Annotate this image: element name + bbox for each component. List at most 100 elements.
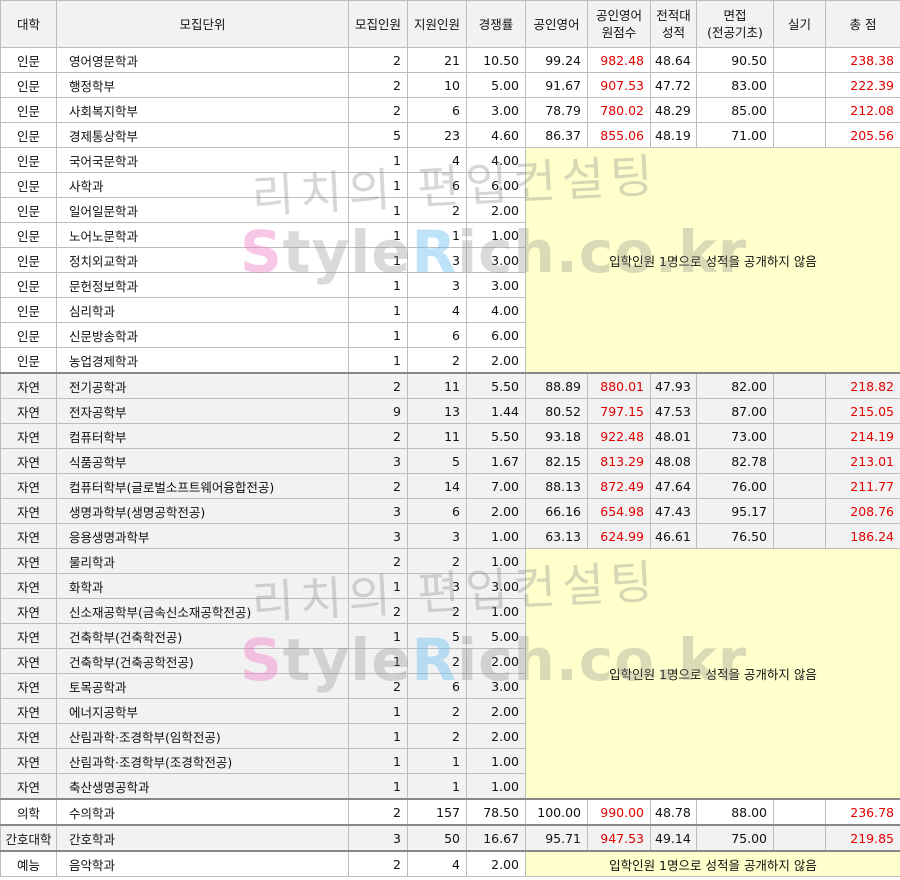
cell-unit: 컴퓨터학부(글로벌소프트웨어융합전공) [56,473,349,499]
table-row: 인문 행정학부 2 10 5.00 91.67 907.53 47.72 83.00 222.39 [0,72,900,98]
cell-applicants: 2 [407,648,467,674]
cell-gpa: 48.64 [650,47,697,73]
header-eng-raw: 공인영어 원점수 [587,0,651,48]
cell-interview: 76.00 [696,473,774,499]
undisclosed-note: 입학인원 1명으로 성적을 공개하지 않음 [525,548,900,800]
cell-total: 218.82 [825,372,900,399]
cell-unit: 신문방송학과 [56,322,349,348]
cell-practical [773,398,826,424]
cell-unit: 건축학부(건축학전공) [56,623,349,649]
cell-total: 212.08 [825,97,900,123]
cell-applicants: 4 [407,850,467,877]
cell-quota: 1 [348,147,408,173]
cell-quota: 1 [348,573,408,599]
cell-interview: 75.00 [696,824,774,852]
cell-eng: 91.67 [525,72,588,98]
cell-ratio: 5.50 [466,372,526,399]
cell-gpa: 48.29 [650,97,697,123]
cell-applicants: 14 [407,473,467,499]
cell-ratio: 3.00 [466,247,526,273]
table-row: 자연 컴퓨터학부(글로벌소프트웨어융합전공) 2 14 7.00 88.13 872.49 4… [0,473,900,499]
cell-applicants: 13 [407,398,467,424]
cell-practical [773,423,826,449]
cell-unit: 생명과학부(생명공학전공) [56,498,349,524]
cell-unit: 일어일문학과 [56,197,349,223]
cell-univ: 자연 [0,548,57,574]
cell-practical [773,498,826,524]
cell-quota: 2 [348,47,408,73]
cell-unit: 행정학부 [56,72,349,98]
cell-applicants: 2 [407,723,467,749]
cell-univ: 인문 [0,322,57,348]
cell-total: 205.56 [825,122,900,148]
header-quota: 모집인원 [348,0,408,48]
header-applicants: 지원인원 [407,0,467,48]
header-eng: 공인영어 [525,0,588,48]
cell-eng-raw: 797.15 [587,398,651,424]
cell-ratio: 3.00 [466,97,526,123]
cell-interview: 90.50 [696,47,774,73]
cell-applicants: 10 [407,72,467,98]
cell-quota: 3 [348,523,408,549]
cell-ratio: 2.00 [466,723,526,749]
cell-interview: 83.00 [696,72,774,98]
cell-applicants: 2 [407,197,467,223]
cell-eng-raw: 855.06 [587,122,651,148]
cell-quota: 1 [348,347,408,374]
table-row: 자연 응용생명과학부 3 3 1.00 63.13 624.99 46.61 76.50 186.… [0,523,900,549]
cell-gpa: 46.61 [650,523,697,549]
cell-eng: 93.18 [525,423,588,449]
cell-total: 219.85 [825,824,900,852]
cell-practical [773,824,826,852]
cell-eng-raw: 780.02 [587,97,651,123]
cell-quota: 9 [348,398,408,424]
cell-gpa: 48.19 [650,122,697,148]
table-row: 인문 사회복지학부 2 6 3.00 78.79 780.02 48.29 85.00 212.0… [0,97,900,123]
table-row: 자연 생명과학부(생명공학전공) 3 6 2.00 66.16 654.98 47.43 95.… [0,498,900,524]
table-row: 자연 식품공학부 3 5 1.67 82.15 813.29 48.08 82.78 213.01 [0,448,900,474]
cell-total: 214.19 [825,423,900,449]
table-row: 자연 물리학과 2 2 1.00 입학인원 1명으로 성적을 공개하지 않음 [0,548,900,800]
cell-quota: 1 [348,172,408,198]
cell-total: 213.01 [825,448,900,474]
cell-univ: 자연 [0,372,57,399]
cell-univ: 인문 [0,247,57,273]
cell-gpa: 47.64 [650,473,697,499]
cell-applicants: 5 [407,623,467,649]
cell-univ: 인문 [0,147,57,173]
cell-unit: 농업경제학과 [56,347,349,374]
cell-ratio: 5.00 [466,623,526,649]
cell-quota: 2 [348,798,408,826]
cell-quota: 1 [348,297,408,323]
cell-quota: 2 [348,473,408,499]
cell-eng-raw: 922.48 [587,423,651,449]
cell-quota: 2 [348,598,408,624]
cell-applicants: 5 [407,448,467,474]
cell-unit: 노어노문학과 [56,222,349,248]
header-practical: 실기 [773,0,826,48]
cell-interview: 95.17 [696,498,774,524]
cell-univ: 예능 [0,850,57,877]
cell-univ: 인문 [0,97,57,123]
cell-univ: 자연 [0,523,57,549]
cell-total: 211.77 [825,473,900,499]
cell-ratio: 4.00 [466,147,526,173]
cell-quota: 3 [348,448,408,474]
header-row: 대학 모집단위 모집인원 지원인원 경쟁률 공인영어 공인영어 원점수 전적대 성적… [0,0,900,48]
cell-quota: 1 [348,322,408,348]
cell-practical [773,798,826,826]
cell-univ: 인문 [0,122,57,148]
cell-univ: 자연 [0,498,57,524]
header-interview: 면접 (전공기초) [696,0,774,48]
table-row: 자연 컴퓨터학부 2 11 5.50 93.18 922.48 48.01 73.00 214.1… [0,423,900,449]
table-row: 인문 국어국문학과 1 4 4.00 입학인원 1명으로 성적을 공개하지 않음 [0,147,900,374]
cell-eng-raw: 982.48 [587,47,651,73]
cell-applicants: 23 [407,122,467,148]
cell-quota: 1 [348,197,408,223]
cell-unit: 전자공학부 [56,398,349,424]
cell-eng: 82.15 [525,448,588,474]
cell-unit: 건축학부(건축공학전공) [56,648,349,674]
table-row: 자연 전자공학부 9 13 1.44 80.52 797.15 47.53 87.00 215.0… [0,398,900,424]
cell-ratio: 2.00 [466,197,526,223]
cell-interview: 71.00 [696,122,774,148]
